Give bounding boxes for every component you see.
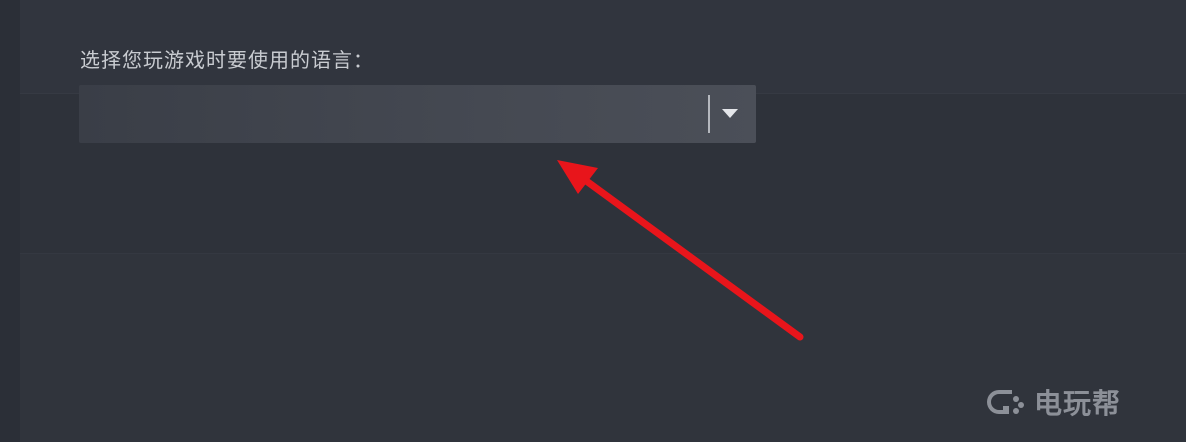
language-dropdown[interactable]	[79, 85, 756, 143]
game-language-settings-page: 选择您玩游戏时要使用的语言： 电玩帮	[0, 0, 1186, 442]
watermark-text: 电玩帮	[1034, 387, 1122, 420]
chevron-down-icon[interactable]	[722, 109, 738, 118]
left-sidebar-strip	[0, 0, 20, 442]
dropdown-divider	[708, 95, 710, 133]
gamepad-logo-icon	[987, 390, 1024, 414]
language-prompt-label: 选择您玩游戏时要使用的语言：	[80, 48, 374, 72]
watermark: 电玩帮	[984, 382, 1121, 422]
